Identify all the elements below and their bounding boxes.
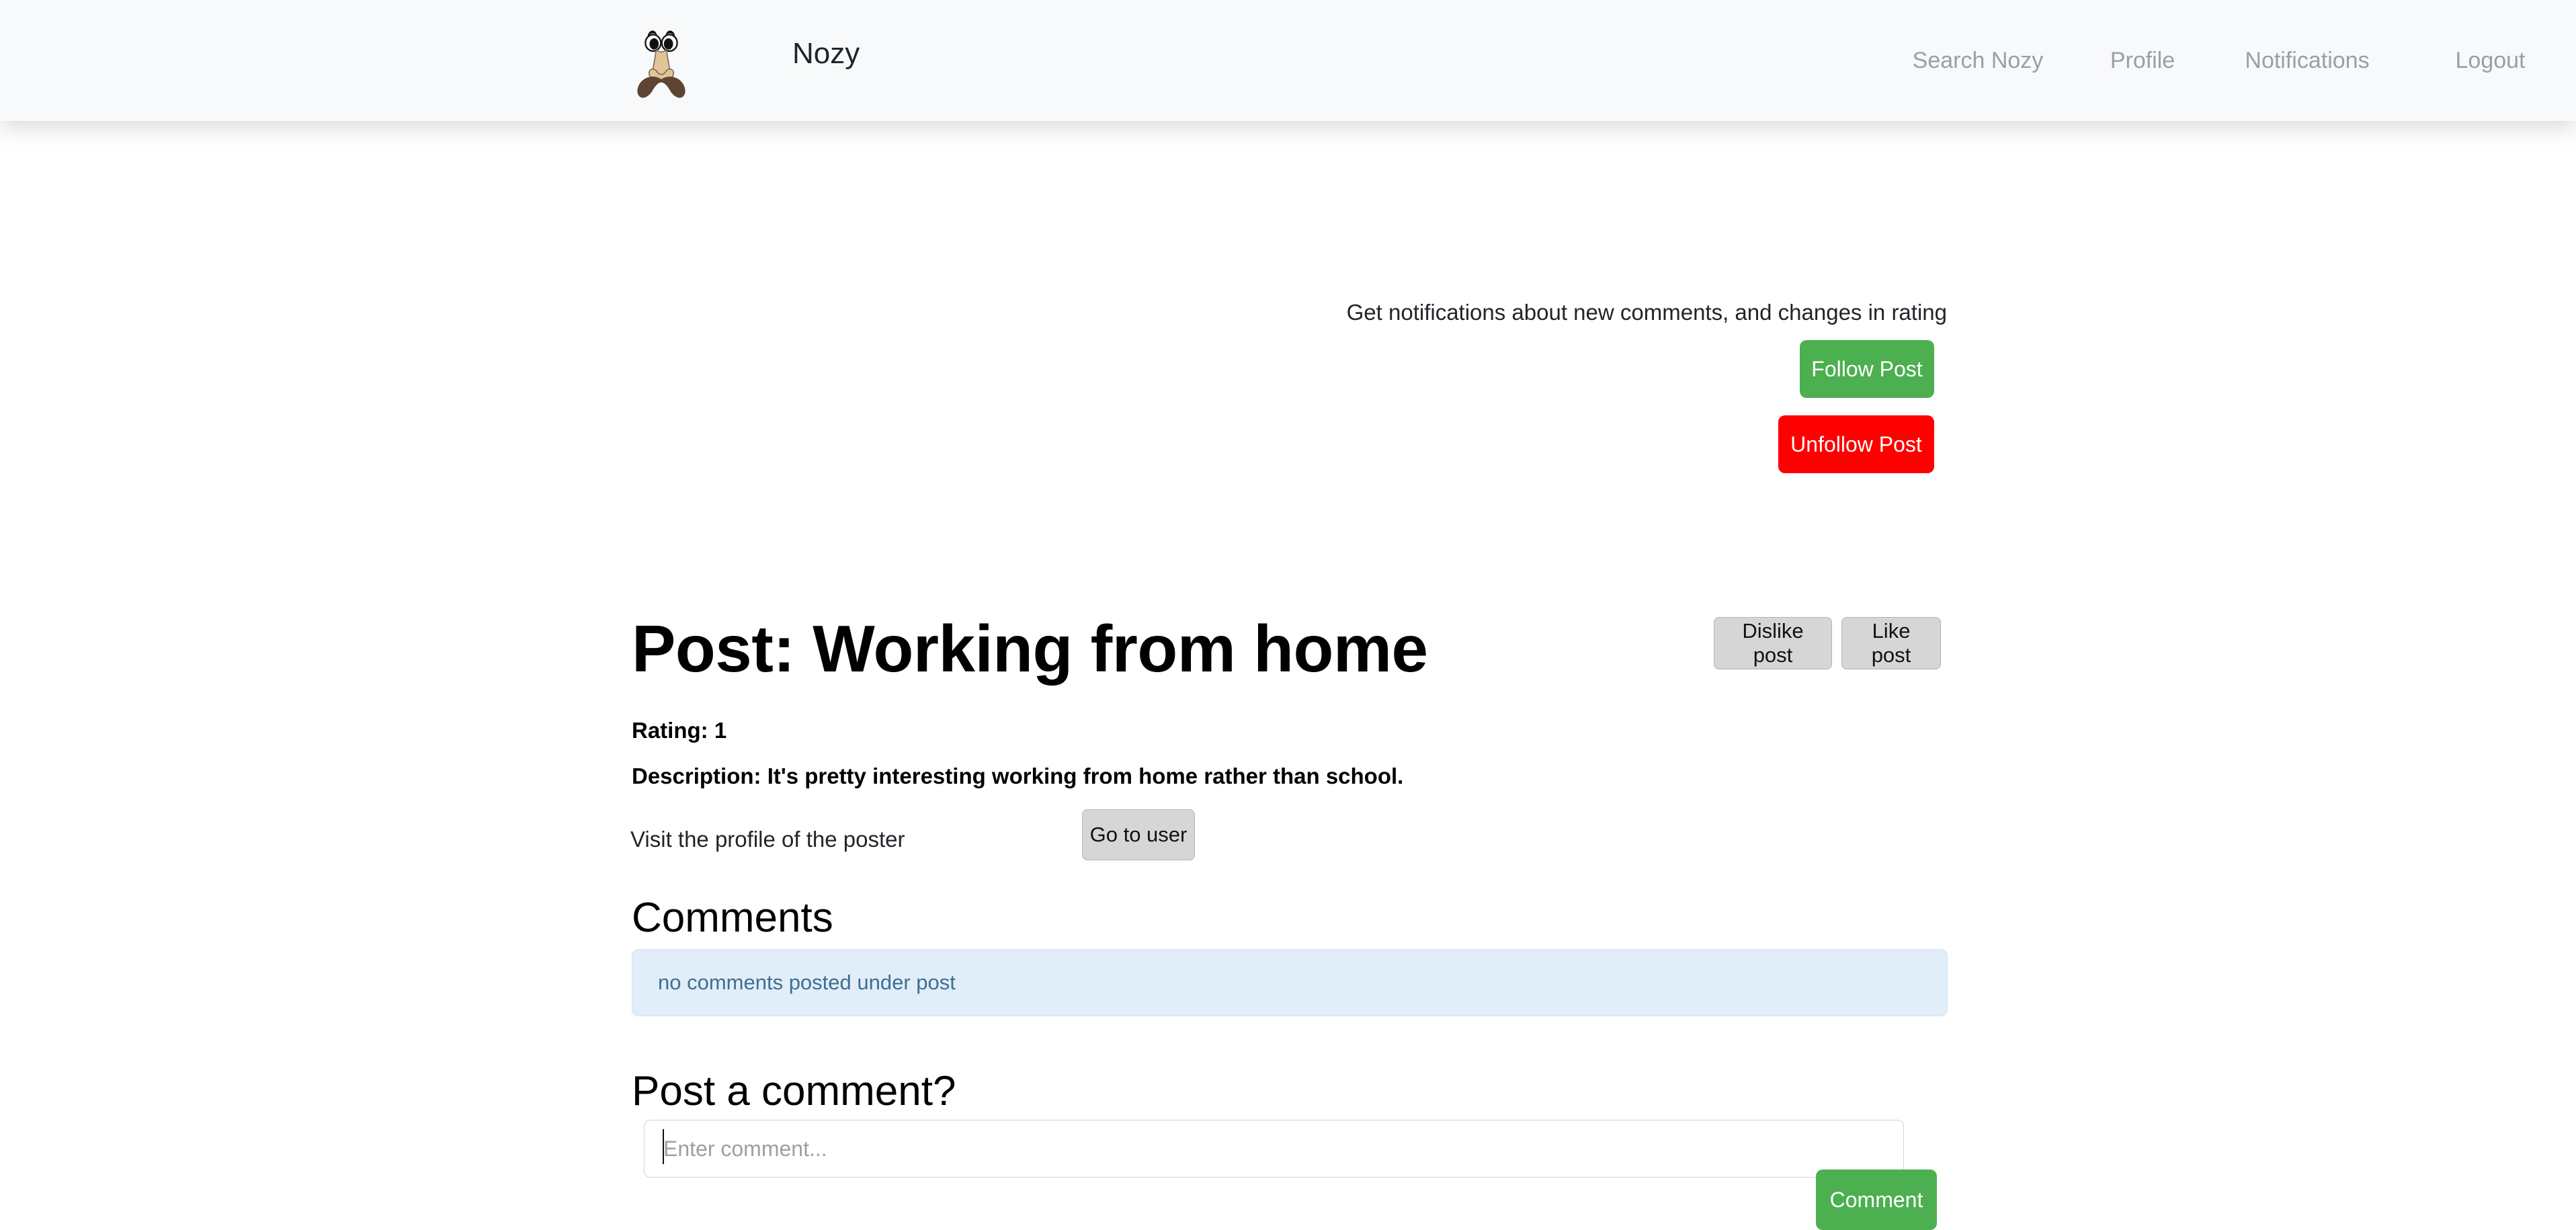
post-a-comment-heading: Post a comment?	[632, 1068, 956, 1114]
submit-comment-button[interactable]: Comment	[1816, 1170, 1937, 1230]
dislike-post-button[interactable]: Dislike post	[1714, 617, 1832, 669]
follow-notify-text: Get notifications about new comments, an…	[1346, 300, 1947, 325]
comments-heading: Comments	[632, 895, 833, 941]
text-caret	[663, 1129, 664, 1164]
page-content: Get notifications about new comments, an…	[0, 121, 2576, 1230]
nav-link-logout[interactable]: Logout	[2456, 49, 2526, 72]
nav-link-notifications[interactable]: Notifications	[2245, 49, 2369, 72]
nav-links: Search Nozy Profile Notifications Logout	[1880, 0, 2576, 121]
groucho-disguise-icon[interactable]	[630, 19, 692, 101]
follow-post-button[interactable]: Follow Post	[1800, 340, 1934, 398]
visit-profile-label: Visit the profile of the poster	[630, 827, 905, 852]
post-rating: Rating: 1	[632, 718, 727, 743]
no-comments-alert: no comments posted under post	[632, 949, 1948, 1016]
go-to-user-button[interactable]: Go to user	[1082, 809, 1195, 860]
page-title: Post: Working from home	[632, 612, 1428, 686]
post-description: Description: It's pretty interesting wor…	[632, 764, 1404, 788]
like-post-button[interactable]: Like post	[1841, 617, 1941, 669]
no-comments-text: no comments posted under post	[658, 971, 956, 994]
top-navbar: Nozy Search Nozy Profile Notifications L…	[0, 0, 2576, 121]
unfollow-post-button[interactable]: Unfollow Post	[1778, 415, 1934, 473]
comment-input[interactable]	[644, 1120, 1904, 1178]
nav-link-profile[interactable]: Profile	[2110, 49, 2175, 72]
brand-name[interactable]: Nozy	[792, 39, 860, 69]
nav-link-search-nozy[interactable]: Search Nozy	[1913, 49, 2044, 72]
